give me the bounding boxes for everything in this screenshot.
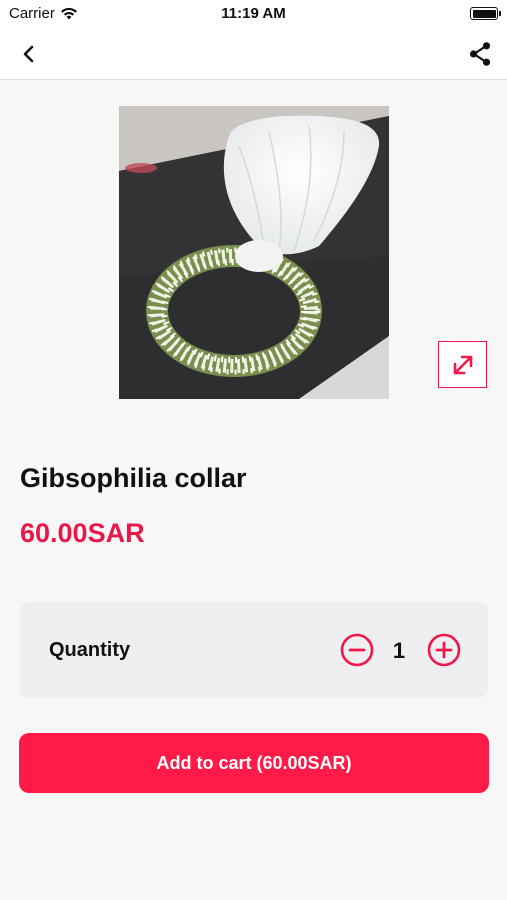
quantity-card: Quantity 1 [20,602,488,698]
decrease-quantity-button[interactable] [340,633,374,667]
plus-circle-icon [427,633,461,667]
share-icon [469,42,491,66]
minus-circle-icon [340,633,374,667]
chevron-left-icon [23,45,34,63]
nav-bar [0,28,507,80]
add-to-cart-button[interactable]: Add to cart (60.00SAR) [19,733,489,793]
back-button[interactable] [14,39,44,69]
expand-image-button[interactable] [438,341,487,388]
expand-icon [453,355,472,374]
status-bar: Carrier 11:19 AM [0,0,507,28]
product-price: 60.00SAR [20,518,145,548]
share-button[interactable] [463,37,497,71]
quantity-value: 1 [392,638,406,663]
quantity-label: Quantity [49,639,131,661]
status-time: 11:19 AM [221,5,286,22]
product-title: Gibsophilia collar [20,463,247,493]
battery-icon [470,7,501,20]
product-image[interactable] [119,106,389,399]
increase-quantity-button[interactable] [427,633,461,667]
